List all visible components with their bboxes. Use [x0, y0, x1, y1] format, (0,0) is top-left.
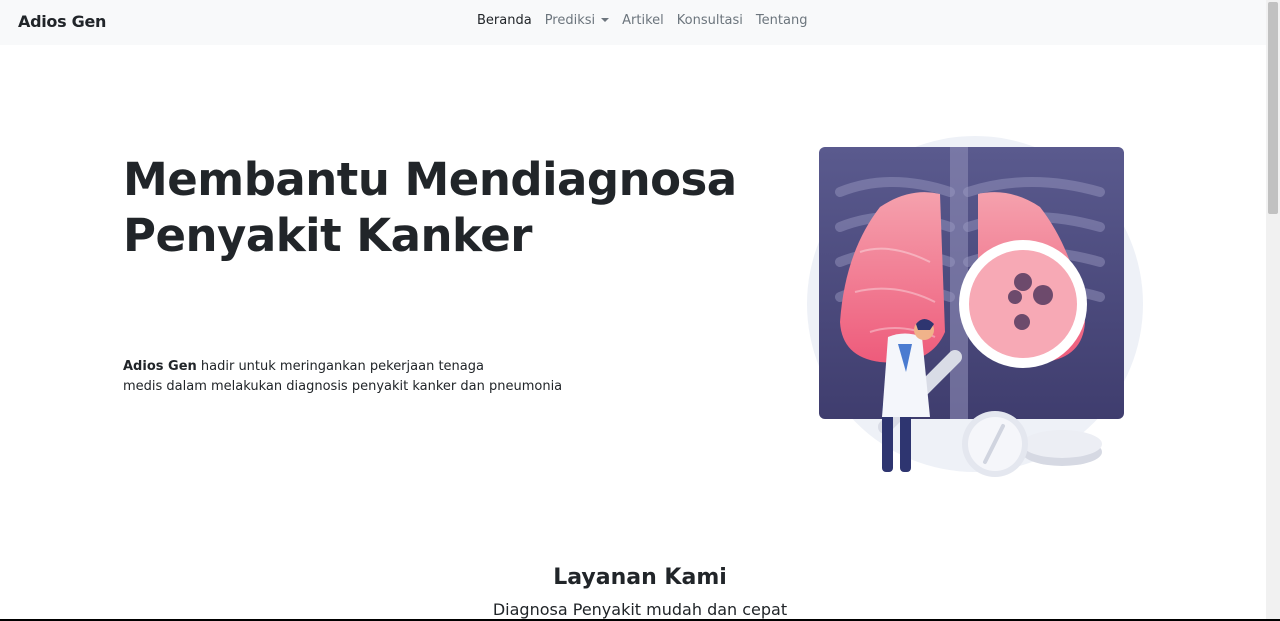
caret-down-icon	[601, 18, 610, 22]
nav-item-tentang[interactable]: Tentang	[756, 13, 808, 28]
hero-title-line1: Membantu Mendiagnosa	[123, 153, 737, 206]
nav-item-konsultasi[interactable]: Konsultasi	[677, 13, 743, 28]
hero-description: Adios Gen hadir untuk meringankan pekerj…	[123, 357, 643, 397]
scrollbar-thumb[interactable]	[1268, 2, 1278, 214]
nav-links: Beranda Prediksi Artikel Konsultasi Tent…	[477, 13, 820, 28]
hero-title: Membantu Mendiagnosa Penyakit Kanker	[123, 152, 763, 264]
nav-item-artikel[interactable]: Artikel	[622, 13, 664, 28]
hero-title-line2: Penyakit Kanker	[123, 209, 532, 262]
nav-item-prediksi-label: Prediksi	[544, 13, 596, 28]
hero-desc-line2: medis dalam melakukan diagnosis penyakit…	[123, 379, 563, 394]
hero-desc-line1-text: hadir untuk meringankan pekerjaan tenaga	[196, 359, 484, 374]
page: Adios Gen Beranda Prediksi Artikel Konsu…	[0, 0, 1280, 621]
nav-item-beranda[interactable]: Beranda	[477, 13, 532, 28]
services-title: Layanan Kami	[553, 565, 727, 590]
doctor-xray-lungs-illustration	[807, 136, 1143, 477]
services-subtitle: Diagnosa Penyakit mudah dan cepat	[492, 600, 788, 619]
page-scrollbar[interactable]	[1266, 0, 1280, 621]
nav-item-prediksi[interactable]: Prediksi	[544, 13, 610, 28]
hero-desc-brand: Adios Gen	[123, 359, 197, 374]
brand-logo[interactable]: Adios Gen	[18, 12, 106, 31]
hero-desc-line1: Adios Gen hadir untuk meringankan pekerj…	[123, 357, 643, 377]
navbar: Adios Gen Beranda Prediksi Artikel Konsu…	[0, 0, 1266, 45]
